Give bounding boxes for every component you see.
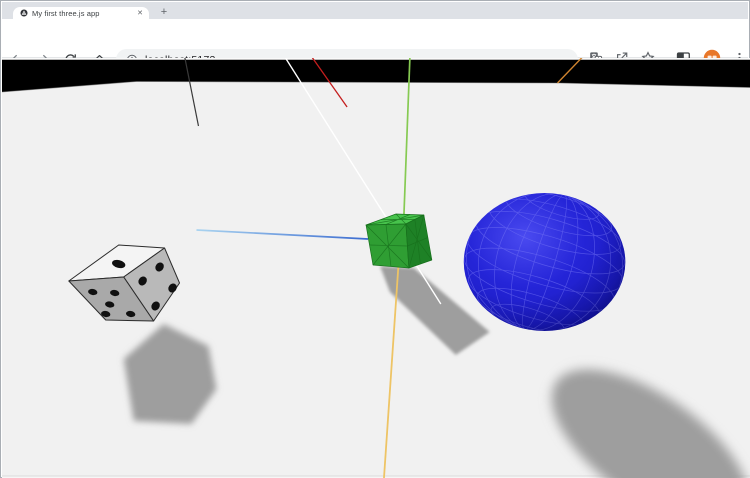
- scene: [2, 58, 750, 478]
- threejs-canvas[interactable]: [2, 58, 750, 478]
- tab-my-first-threejs-app[interactable]: My first three.js app ✕: [13, 7, 149, 19]
- tab-title: My first three.js app: [32, 8, 100, 18]
- new-tab-button[interactable]: +: [157, 7, 171, 19]
- tab-close-icon[interactable]: ✕: [135, 10, 145, 17]
- tab-strip: My first three.js app ✕ +: [2, 2, 748, 19]
- sphere-shading: [463, 193, 626, 331]
- toolbar: localhost:5173: [2, 19, 748, 70]
- browser-window: My first three.js app ✕ +: [0, 0, 750, 478]
- green-cube: [365, 213, 433, 269]
- canvas-top-strip: [2, 58, 750, 60]
- threejs-favicon-icon: [20, 9, 28, 17]
